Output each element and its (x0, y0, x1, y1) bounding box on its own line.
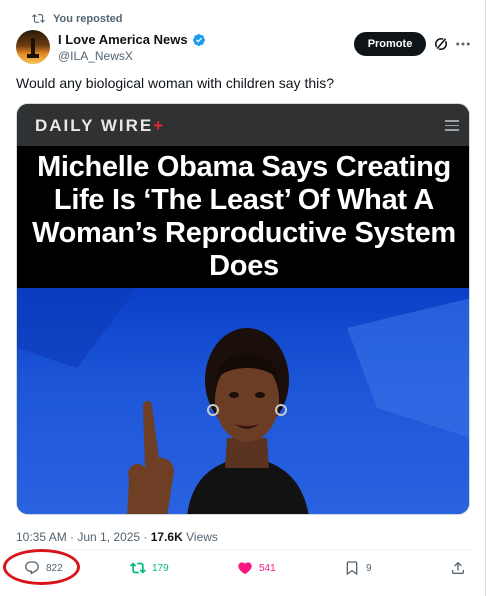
share-button[interactable] (450, 556, 466, 580)
views-count: 17.6K (150, 530, 183, 544)
tweet-card: You reposted I Love America News @ILA_Ne… (0, 0, 486, 596)
tweet-text: Would any biological woman with children… (16, 75, 335, 91)
repost-indicator: You reposted (32, 12, 122, 25)
repost-icon (130, 562, 146, 574)
bookmark-button[interactable]: 9 (344, 556, 372, 580)
repost-button[interactable]: 179 (130, 556, 169, 580)
tweet-meta: 10:35 AM · Jun 1, 2025 · 17.6K Views (16, 530, 218, 544)
bookmark-count: 9 (366, 562, 372, 574)
menu-icon (445, 120, 459, 131)
grok-icon[interactable] (432, 35, 450, 53)
author-handle[interactable]: @ILA_NewsX (58, 49, 133, 63)
share-icon (452, 561, 464, 574)
author-name[interactable]: I Love America News (58, 32, 188, 47)
media-photo (17, 288, 469, 514)
more-icon[interactable] (454, 35, 472, 53)
media-headline: Michelle Obama Says Creating Life Is ‘Th… (32, 151, 456, 282)
repost-icon (32, 14, 45, 23)
like-icon (238, 562, 252, 575)
verified-icon (192, 33, 206, 47)
reply-button[interactable]: 822 (24, 556, 63, 580)
repost-label: You reposted (53, 12, 123, 25)
like-count: 541 (259, 562, 276, 574)
reply-count: 822 (46, 562, 63, 574)
action-bar: 822 179 541 9 (0, 556, 486, 582)
like-button[interactable]: 541 (237, 556, 276, 580)
media-header: DAILY WIRE+ (17, 104, 469, 146)
brand-logo: DAILY WIRE+ (35, 116, 166, 135)
repost-count: 179 (152, 562, 169, 574)
reply-icon (25, 561, 39, 575)
bookmark-icon (346, 561, 358, 576)
views-label: Views (182, 530, 218, 544)
tweet-media[interactable]: DAILY WIRE+ Michelle Obama Says Creating… (16, 103, 470, 515)
avatar[interactable] (16, 30, 50, 64)
timestamp[interactable]: 10:35 AM · Jun 1, 2025 · (16, 530, 151, 544)
divider (16, 549, 470, 550)
promote-button[interactable]: Promote (354, 32, 426, 56)
